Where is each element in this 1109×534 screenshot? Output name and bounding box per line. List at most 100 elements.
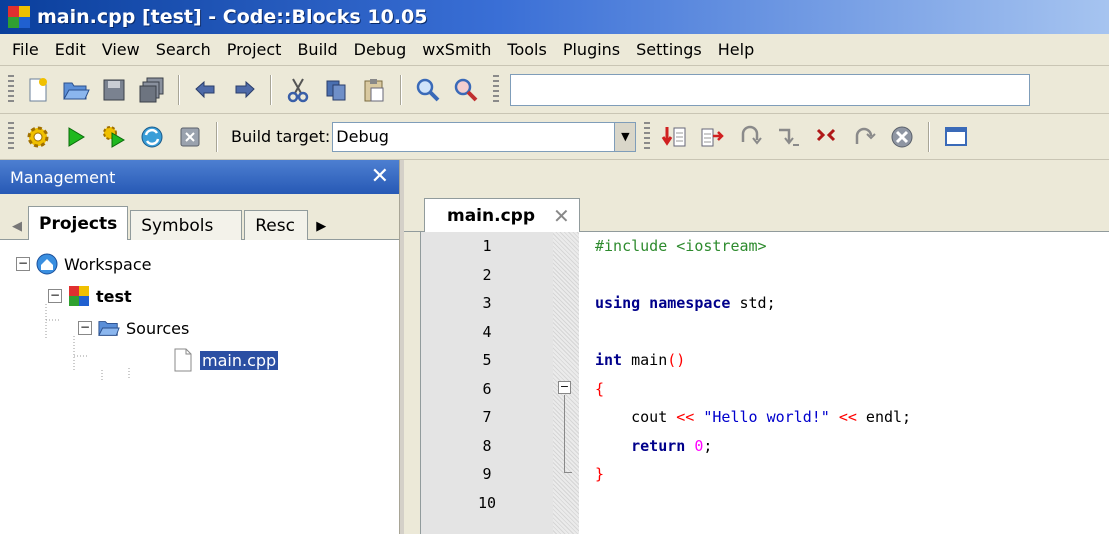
menu-help[interactable]: Help [710, 34, 762, 65]
collapse-icon[interactable]: − [78, 321, 92, 335]
open-folder-icon[interactable] [59, 73, 93, 107]
code-token: ; [766, 294, 776, 313]
window-title: main.cpp [test] - Code::Blocks 10.05 [37, 6, 428, 28]
editor-tab-strip: main.cpp ✕ [404, 160, 1109, 232]
copy-icon[interactable] [319, 73, 353, 107]
abort-icon[interactable] [173, 120, 207, 154]
code-token: #include <iostream> [595, 237, 767, 256]
build-target-select[interactable]: Debug ▼ [332, 121, 637, 152]
code-line: } [595, 460, 1109, 489]
menu-wxsmith[interactable]: wxSmith [414, 34, 499, 65]
code-editor[interactable]: 1 2 3 4 5 6 7 8 9 10 − #include <iostream> using n… [420, 232, 1109, 534]
main-toolbar [0, 66, 1109, 114]
code-token: 0 [694, 436, 704, 455]
toolbar-separator [216, 121, 218, 152]
toolbar-separator [928, 121, 931, 152]
editor-tab-label: main.cpp [447, 205, 535, 226]
project-tree: − Workspace − test − Sources main.cpp [0, 240, 399, 380]
step-out-icon[interactable] [809, 120, 843, 154]
menu-file[interactable]: File [4, 34, 47, 65]
code-token: ; [703, 436, 713, 455]
code-text[interactable]: #include <iostream> using namespace std; i… [579, 232, 1109, 534]
run-icon[interactable] [59, 120, 93, 154]
menu-search[interactable]: Search [148, 34, 219, 65]
line-number: 4 [482, 322, 492, 341]
run-to-cursor-icon[interactable] [695, 120, 729, 154]
menu-settings[interactable]: Settings [628, 34, 710, 65]
rebuild-icon[interactable] [135, 120, 169, 154]
cut-icon[interactable] [281, 73, 315, 107]
scroll-right-icon[interactable]: ▶ [310, 212, 332, 240]
menu-edit[interactable]: Edit [47, 34, 94, 65]
code-token: main [622, 351, 668, 370]
code-token: std [730, 294, 767, 313]
scroll-left-icon[interactable]: ◀ [6, 212, 28, 240]
toolbar-grip[interactable] [8, 74, 14, 105]
tree-item-file[interactable]: main.cpp [16, 344, 399, 376]
menu-plugins[interactable]: Plugins [555, 34, 628, 65]
code-line: using namespace std; [595, 289, 1109, 318]
tab-symbols[interactable]: Symbols [130, 210, 243, 240]
menu-tools[interactable]: Tools [499, 34, 554, 65]
code-token: cout [595, 408, 677, 427]
paste-icon[interactable] [357, 73, 391, 107]
management-header: Management ✕ [0, 160, 399, 194]
step-into-icon[interactable] [771, 120, 805, 154]
build-gear-icon[interactable] [21, 120, 55, 154]
line-number: 7 [482, 408, 492, 427]
replace-icon[interactable] [449, 73, 483, 107]
management-panel: Management ✕ ◀ Projects Symbols Resc ▶ −… [0, 160, 400, 534]
close-icon[interactable]: ✕ [553, 204, 570, 228]
tab-resources[interactable]: Resc [244, 210, 309, 240]
collapse-icon[interactable]: − [16, 257, 30, 271]
search-combo-input[interactable] [510, 73, 1030, 106]
menu-bar: File Edit View Search Project Build Debu… [0, 34, 1109, 66]
line-number: 5 [482, 351, 492, 370]
code-token: int [595, 351, 623, 370]
debugging-windows-icon[interactable] [939, 120, 973, 154]
menu-project[interactable]: Project [219, 34, 290, 65]
editor-panel: main.cpp ✕ 1 2 3 4 5 6 7 8 9 10 − #include <iostr… [404, 160, 1109, 534]
tab-projects[interactable]: Projects [28, 206, 129, 240]
save-icon[interactable] [97, 73, 131, 107]
toolbar-grip[interactable] [493, 74, 499, 105]
find-icon[interactable] [411, 73, 445, 107]
build-target-value[interactable]: Debug [332, 121, 615, 152]
fold-collapse-icon[interactable]: − [558, 381, 571, 394]
build-target-label: Build target: [231, 127, 331, 146]
chevron-down-icon[interactable]: ▼ [614, 121, 637, 152]
menu-view[interactable]: View [94, 34, 148, 65]
tree-item-sources[interactable]: − Sources [16, 312, 399, 344]
code-line: return 0; [595, 432, 1109, 461]
next-instruction-icon[interactable] [847, 120, 881, 154]
open-folder-icon [98, 317, 120, 339]
collapse-icon[interactable]: − [48, 289, 62, 303]
save-all-icon[interactable] [135, 73, 169, 107]
redo-icon[interactable] [227, 73, 261, 107]
new-file-icon[interactable] [21, 73, 55, 107]
code-token: return [631, 436, 686, 455]
tree-item-workspace[interactable]: − Workspace [16, 248, 399, 280]
undo-icon[interactable] [189, 73, 223, 107]
code-token: { [595, 379, 605, 398]
tree-label-workspace: Workspace [64, 254, 152, 274]
stop-debugger-icon[interactable] [885, 120, 919, 154]
line-number: 3 [482, 294, 492, 313]
fold-line [564, 395, 565, 473]
next-line-icon[interactable] [733, 120, 767, 154]
build-and-run-icon[interactable] [97, 120, 131, 154]
toolbar-grip[interactable] [8, 121, 14, 152]
tree-item-project[interactable]: − test [16, 280, 399, 312]
workspace-icon [36, 253, 58, 275]
toolbar-grip[interactable] [644, 121, 651, 152]
line-number: 10 [477, 493, 497, 512]
code-token: "Hello world!" [703, 408, 830, 427]
editor-tab-main-cpp[interactable]: main.cpp ✕ [424, 198, 580, 232]
menu-debug[interactable]: Debug [346, 34, 415, 65]
close-icon[interactable]: ✕ [371, 166, 389, 188]
menu-build[interactable]: Build [289, 34, 345, 65]
toolbar-separator [270, 74, 272, 105]
debug-run-icon[interactable] [657, 120, 691, 154]
